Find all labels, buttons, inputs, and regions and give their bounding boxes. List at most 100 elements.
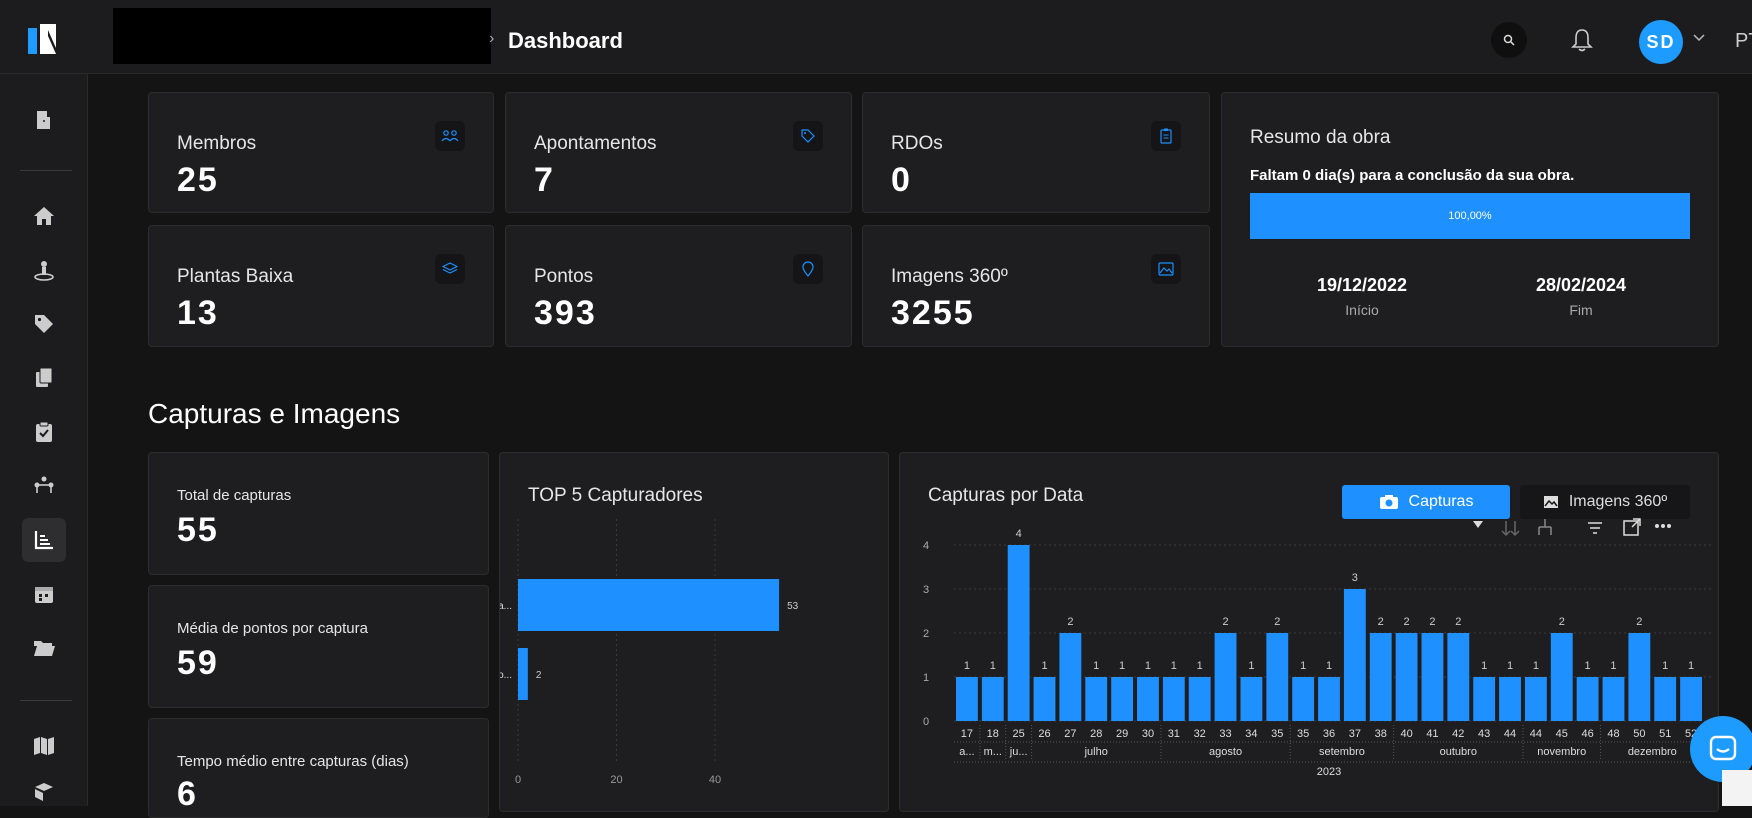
- documents-icon: [36, 367, 53, 387]
- data-label: 1: [1481, 660, 1487, 672]
- chat-icon: [1709, 735, 1737, 761]
- map-pin-person-icon: [34, 261, 54, 281]
- stat-card-pontos[interactable]: Pontos 393: [505, 225, 852, 347]
- bar: [1550, 633, 1573, 721]
- sidebar-item-exit[interactable]: [22, 98, 66, 142]
- x-tick-label: 36: [1323, 728, 1335, 740]
- stat-card-imagens[interactable]: Imagens 360º 3255: [862, 225, 1210, 347]
- data-label: 1: [1248, 660, 1254, 672]
- progress-bar: 100,00%: [1250, 193, 1690, 239]
- resumo-obra-card: Resumo da obra Faltam 0 dia(s) para a co…: [1221, 92, 1719, 347]
- kpi-tempo-medio[interactable]: Tempo médio entre capturas (dias) 6: [148, 718, 489, 818]
- bar: [1162, 677, 1185, 721]
- search-button[interactable]: [1491, 22, 1527, 58]
- sidebar-item-box[interactable]: [22, 770, 66, 814]
- data-label: 1: [990, 660, 996, 672]
- chart-icon: [34, 531, 53, 550]
- data-label: 2: [1067, 616, 1073, 628]
- chevron-down-icon[interactable]: [1693, 34, 1705, 42]
- x-tick-label: 40: [1400, 728, 1412, 740]
- x-tick-label: 38: [1375, 728, 1387, 740]
- sidebar-item-network[interactable]: [22, 464, 66, 508]
- sidebar-item-tags[interactable]: [22, 302, 66, 346]
- data-label: 53: [787, 601, 799, 612]
- start-date-block: 19/12/2022 Início: [1292, 275, 1432, 318]
- sidebar-item-documents[interactable]: [22, 356, 66, 400]
- bar: [1188, 677, 1211, 721]
- stat-value: 25: [177, 161, 219, 199]
- y-tick-label: 2: [923, 628, 929, 640]
- sidebar-item-reports[interactable]: [22, 410, 66, 454]
- data-label: 2: [1636, 616, 1642, 628]
- sidebar-item-home[interactable]: [22, 194, 66, 238]
- kpi-media-pontos[interactable]: Média de pontos por captura 59: [148, 585, 489, 708]
- stat-card-membros[interactable]: Membros 25: [148, 92, 494, 213]
- stat-value: 0: [891, 161, 912, 199]
- sidebar-item-charts[interactable]: [22, 518, 66, 562]
- sidebar-item-map[interactable]: [22, 724, 66, 768]
- data-label: 2: [1378, 616, 1384, 628]
- bar: [1421, 633, 1444, 721]
- x-tick-label: 25: [1013, 728, 1025, 740]
- data-label: 1: [1662, 660, 1668, 672]
- search-icon: [1503, 34, 1515, 46]
- clipboard-icon: [1151, 121, 1181, 151]
- data-label: 2: [1455, 616, 1461, 628]
- sidebar-divider: [20, 170, 72, 171]
- data-label: 1: [1326, 660, 1332, 672]
- home-icon: [34, 207, 54, 225]
- bar: [1007, 545, 1030, 721]
- image-icon: [1151, 254, 1181, 284]
- sidebar-divider: [20, 700, 72, 701]
- kpi-total-capturas[interactable]: Total de capturas 55: [148, 452, 489, 575]
- bar: [1033, 677, 1056, 721]
- bar: [1499, 677, 1521, 721]
- sidebar-item-folders[interactable]: [22, 626, 66, 670]
- sidebar-item-calendar[interactable]: [22, 572, 66, 616]
- data-label: 1: [1119, 660, 1125, 672]
- bar: [1473, 677, 1496, 721]
- bar: [1576, 677, 1599, 721]
- language-selector[interactable]: PT: [1735, 30, 1752, 53]
- bar: [1059, 633, 1082, 721]
- x-tick-label: 50: [1633, 728, 1645, 740]
- stat-card-apontamentos[interactable]: Apontamentos 7: [505, 92, 852, 213]
- app-logo[interactable]: [28, 24, 62, 54]
- resumo-subtitle: Faltam 0 dia(s) para a conclusão da sua …: [1250, 167, 1575, 184]
- sidebar: [0, 74, 88, 806]
- x-tick-label: 35: [1297, 728, 1309, 740]
- y-tick-label: 1: [923, 672, 929, 684]
- data-label: 2: [536, 670, 542, 681]
- kpi-value: 6: [177, 775, 198, 813]
- data-label: 1: [1610, 660, 1616, 672]
- x-tick-label: 31: [1168, 728, 1180, 740]
- data-label: 1: [1507, 660, 1513, 672]
- bar: [1266, 633, 1289, 721]
- stat-label: RDOs: [891, 133, 943, 154]
- stat-card-plantas[interactable]: Plantas Baixa 13: [148, 225, 494, 347]
- data-label: 1: [964, 660, 970, 672]
- data-label: 1: [1093, 660, 1099, 672]
- top5-capturadores-panel: TOP 5 Capturadores 02040Cristia...53Juli…: [499, 452, 889, 812]
- kpi-label: Média de pontos por captura: [177, 620, 368, 637]
- stat-value: 7: [534, 161, 555, 199]
- y-tick-label: 4: [923, 540, 929, 552]
- layers-icon: [435, 254, 465, 284]
- end-date: 28/02/2024: [1535, 275, 1627, 295]
- x-tick-label: 0: [515, 774, 521, 786]
- month-label: julho: [1084, 746, 1108, 758]
- data-label: 1: [1585, 660, 1591, 672]
- data-label: 2: [1559, 616, 1565, 628]
- bar: [1111, 677, 1134, 721]
- bell-icon[interactable]: [1568, 26, 1596, 54]
- page-title: Dashboard: [508, 28, 623, 53]
- user-avatar[interactable]: SD: [1639, 20, 1683, 64]
- x-tick-label: 26: [1038, 728, 1050, 740]
- x-tick-label: 35: [1271, 728, 1283, 740]
- sidebar-item-locations[interactable]: [22, 248, 66, 292]
- category-label: Juliano...: [500, 670, 512, 681]
- month-label: agosto: [1209, 746, 1242, 758]
- recaptcha-badge: [1722, 770, 1752, 806]
- stat-card-rdos[interactable]: RDOs 0: [862, 92, 1210, 213]
- box-icon: [35, 783, 53, 801]
